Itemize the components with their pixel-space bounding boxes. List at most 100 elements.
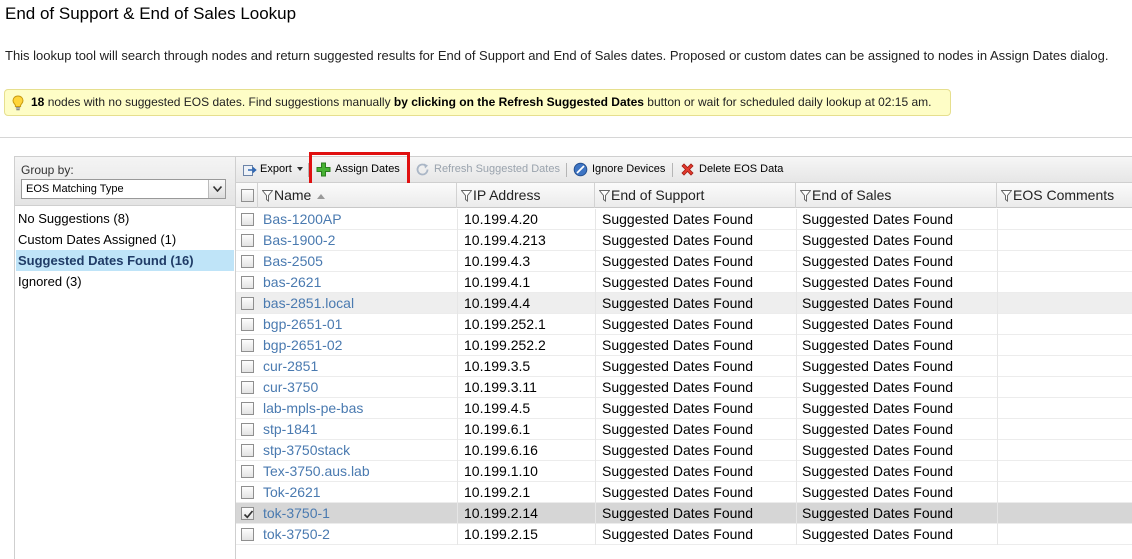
table-row[interactable]: bas-2851.local 10.199.4.4 Suggested Dates … — [236, 293, 1132, 314]
row-checkbox[interactable] — [241, 423, 254, 436]
table-row[interactable]: cur-3750 10.199.3.11 Suggested Dates Found… — [236, 377, 1132, 398]
cell-name[interactable]: Bas-1200AP — [263, 209, 342, 230]
column-divider — [796, 335, 797, 356]
cell-end-of-sales: Suggested Dates Found — [802, 316, 953, 332]
table-row[interactable]: bas-2621 10.199.4.1 Suggested Dates Found S… — [236, 272, 1132, 293]
cell-ip: 10.199.2.1 — [464, 484, 531, 500]
filter-icon[interactable] — [262, 190, 273, 203]
group-item-ignored[interactable]: Ignored (3) — [16, 271, 234, 292]
column-divider — [457, 272, 458, 293]
cell-end-of-sales: Suggested Dates Found — [802, 442, 953, 458]
row-checkbox[interactable] — [241, 486, 254, 499]
table-row[interactable]: Tex-3750.aus.lab 10.199.1.10 Suggested Dat… — [236, 461, 1132, 482]
cell-name[interactable]: lab-mpls-pe-bas — [263, 398, 363, 419]
cell-end-of-sales: Suggested Dates Found — [802, 379, 953, 395]
column-divider — [595, 524, 596, 545]
cell-name[interactable]: bgp-2651-01 — [263, 314, 342, 335]
page-description: This lookup tool will search through nod… — [5, 48, 1109, 63]
table-row[interactable]: Bas-1200AP 10.199.4.20 Suggested Dates Fou… — [236, 209, 1132, 230]
column-header-eos-comments[interactable]: EOS Comments — [997, 183, 1132, 208]
row-checkbox[interactable] — [241, 234, 254, 247]
hint-bold-text: by clicking on the Refresh Suggested Dat… — [393, 95, 644, 109]
row-checkbox[interactable] — [241, 507, 254, 520]
filter-icon[interactable] — [599, 190, 610, 203]
table-row[interactable]: cur-2851 10.199.3.5 Suggested Dates Found S… — [236, 356, 1132, 377]
table-row[interactable]: Bas-2505 10.199.4.3 Suggested Dates Found S… — [236, 251, 1132, 272]
cell-name[interactable]: Bas-2505 — [263, 251, 323, 272]
filter-icon[interactable] — [800, 190, 811, 203]
row-checkbox[interactable] — [241, 528, 254, 541]
cell-name[interactable]: tok-3750-1 — [263, 503, 330, 524]
delete-eos-data-button[interactable]: Delete EOS Data — [680, 157, 783, 182]
row-checkbox[interactable] — [241, 318, 254, 331]
cell-name[interactable]: Bas-1900-2 — [263, 230, 335, 251]
select-all-checkbox[interactable] — [241, 189, 254, 202]
column-divider — [457, 251, 458, 272]
cell-name[interactable]: stp-3750stack — [263, 440, 350, 461]
column-divider — [796, 314, 797, 335]
row-checkbox[interactable] — [241, 465, 254, 478]
cell-end-of-sales: Suggested Dates Found — [802, 337, 953, 353]
table-row[interactable]: stp-3750stack 10.199.6.16 Suggested Dates … — [236, 440, 1132, 461]
ignore-devices-button[interactable]: Ignore Devices — [573, 157, 665, 182]
column-header-end-of-support[interactable]: End of Support — [595, 183, 796, 208]
table-row[interactable]: tok-3750-1 10.199.2.14 Suggested Dates Fou… — [236, 503, 1132, 524]
hint-text-1: nodes with no suggested EOS dates. Find … — [44, 95, 394, 109]
cell-name[interactable]: cur-3750 — [263, 377, 318, 398]
column-divider — [997, 398, 998, 419]
chevron-down-icon[interactable] — [208, 180, 225, 198]
row-checkbox[interactable] — [241, 255, 254, 268]
cell-name[interactable]: cur-2851 — [263, 356, 318, 377]
column-divider — [595, 440, 596, 461]
checkmark-icon — [243, 510, 254, 519]
row-checkbox[interactable] — [241, 297, 254, 310]
row-checkbox[interactable] — [241, 402, 254, 415]
column-label-end-of-support: End of Support — [611, 187, 705, 203]
cell-end-of-support: Suggested Dates Found — [602, 253, 753, 269]
table-row[interactable]: Bas-1900-2 10.199.4.213 Suggested Dates Fo… — [236, 230, 1132, 251]
group-by-select[interactable]: EOS Matching Type — [21, 179, 226, 199]
cell-name[interactable]: bas-2851.local — [263, 293, 354, 314]
row-checkbox[interactable] — [241, 360, 254, 373]
cell-name[interactable]: bas-2621 — [263, 272, 321, 293]
column-header-end-of-sales[interactable]: End of Sales — [796, 183, 997, 208]
cell-end-of-support: Suggested Dates Found — [602, 211, 753, 227]
table-row[interactable]: tok-3750-2 10.199.2.15 Suggested Dates Fou… — [236, 524, 1132, 545]
cell-name[interactable]: Tok-2621 — [263, 482, 321, 503]
row-checkbox[interactable] — [241, 276, 254, 289]
group-item-no-suggestions[interactable]: No Suggestions (8) — [16, 208, 234, 229]
column-divider — [796, 419, 797, 440]
table-row[interactable]: lab-mpls-pe-bas 10.199.4.5 Suggested Dates… — [236, 398, 1132, 419]
cell-name[interactable]: Tex-3750.aus.lab — [263, 461, 370, 482]
cell-end-of-support: Suggested Dates Found — [602, 232, 753, 248]
cell-name[interactable]: bgp-2651-02 — [263, 335, 342, 356]
refresh-suggested-dates-button[interactable]: Refresh Suggested Dates — [415, 157, 560, 182]
cell-name[interactable]: stp-1841 — [263, 419, 317, 440]
row-checkbox[interactable] — [241, 381, 254, 394]
table-row[interactable]: Tok-2621 10.199.2.1 Suggested Dates Found S… — [236, 482, 1132, 503]
table-row[interactable]: bgp-2651-01 10.199.252.1 Suggested Dates F… — [236, 314, 1132, 335]
row-checkbox[interactable] — [241, 339, 254, 352]
column-header-ip[interactable]: IP Address — [457, 183, 595, 208]
cell-ip: 10.199.4.213 — [464, 232, 546, 248]
cell-name[interactable]: tok-3750-2 — [263, 524, 330, 545]
cell-end-of-sales: Suggested Dates Found — [802, 274, 953, 290]
table-row[interactable]: bgp-2651-02 10.199.252.2 Suggested Dates F… — [236, 335, 1132, 356]
cell-end-of-support: Suggested Dates Found — [602, 358, 753, 374]
column-divider — [457, 293, 458, 314]
group-item-custom-dates[interactable]: Custom Dates Assigned (1) — [16, 229, 234, 250]
table-row[interactable]: stp-1841 10.199.6.1 Suggested Dates Found S… — [236, 419, 1132, 440]
cell-ip: 10.199.3.11 — [464, 379, 537, 395]
column-header-name[interactable]: Name — [258, 183, 457, 208]
row-checkbox[interactable] — [241, 444, 254, 457]
cell-ip: 10.199.2.15 — [464, 526, 538, 542]
cell-ip: 10.199.4.5 — [464, 400, 531, 416]
filter-icon[interactable] — [1001, 190, 1012, 203]
filter-icon[interactable] — [461, 190, 472, 203]
row-checkbox[interactable] — [241, 213, 254, 226]
group-item-suggested-dates[interactable]: Suggested Dates Found (16) — [16, 250, 234, 271]
page-title: End of Support & End of Sales Lookup — [5, 4, 297, 23]
column-divider — [595, 209, 596, 230]
export-button[interactable]: Export — [242, 157, 303, 182]
column-divider — [997, 314, 998, 335]
